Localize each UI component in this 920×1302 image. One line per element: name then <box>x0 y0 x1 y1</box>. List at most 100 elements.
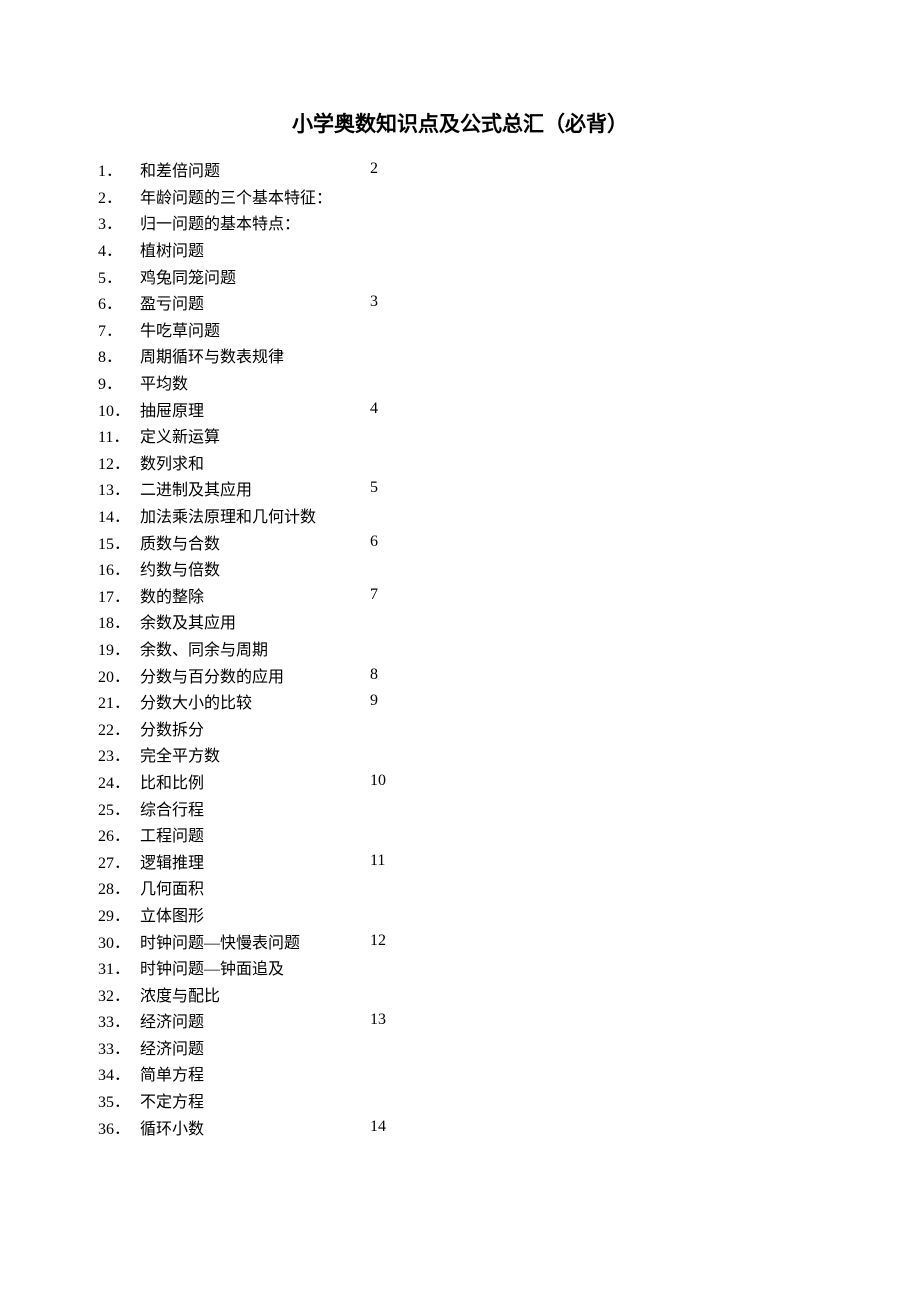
toc-item-label: 经济问题 <box>140 1008 370 1032</box>
toc-item-number: 15． <box>98 530 140 554</box>
toc-item-number: 28． <box>98 875 140 899</box>
toc-item-label: 分数拆分 <box>140 716 370 740</box>
toc-item-number: 9． <box>98 370 140 394</box>
toc-row: 17．数的整除7 <box>98 582 920 609</box>
toc-row: 1．和差倍问题2 <box>98 156 920 183</box>
toc-item-number: 7． <box>98 317 140 341</box>
toc-item-number: 26． <box>98 822 140 846</box>
toc-item-label: 循环小数 <box>140 1115 370 1139</box>
toc-row: 4．植树问题 <box>98 236 920 263</box>
toc-row: 24．比和比例10 <box>98 768 920 795</box>
toc-item-label: 加法乘法原理和几何计数 <box>140 503 370 527</box>
toc-row: 33．经济问题13 <box>98 1007 920 1034</box>
toc-item-page: 3 <box>370 293 400 311</box>
toc-item-number: 6． <box>98 290 140 314</box>
toc-item-page: 12 <box>370 932 400 950</box>
toc-item-number: 13． <box>98 476 140 500</box>
toc-item-page: 2 <box>370 160 400 178</box>
toc-item-label: 分数大小的比较 <box>140 689 370 713</box>
toc-item-label: 工程问题 <box>140 822 370 846</box>
toc-item-number: 12． <box>98 450 140 474</box>
toc-item-page: 7 <box>370 586 400 604</box>
toc-item-label: 不定方程 <box>140 1088 370 1112</box>
toc-item-number: 8． <box>98 343 140 367</box>
toc-item-label: 质数与合数 <box>140 530 370 554</box>
toc-item-label: 牛吃草问题 <box>140 317 370 341</box>
toc-item-number: 16． <box>98 556 140 580</box>
toc-item-label: 浓度与配比 <box>140 982 370 1006</box>
toc-item-number: 2． <box>98 184 140 208</box>
toc-item-label: 抽屉原理 <box>140 397 370 421</box>
toc-item-page: 8 <box>370 666 400 684</box>
toc-item-page: 10 <box>370 772 400 790</box>
toc-row: 8．周期循环与数表规律 <box>98 342 920 369</box>
toc-item-number: 36． <box>98 1115 140 1139</box>
toc-item-number: 35． <box>98 1088 140 1112</box>
toc-row: 30．时钟问题—快慢表问题12 <box>98 927 920 954</box>
toc-item-label: 比和比例 <box>140 769 370 793</box>
toc-row: 28．几何面积 <box>98 874 920 901</box>
toc-item-number: 17． <box>98 583 140 607</box>
toc-item-number: 24． <box>98 769 140 793</box>
toc-row: 31．时钟问题—钟面追及 <box>98 954 920 981</box>
toc-item-number: 3． <box>98 210 140 234</box>
toc-row: 15．质数与合数6 <box>98 528 920 555</box>
toc-item-label: 时钟问题—快慢表问题 <box>140 929 370 953</box>
toc-row: 36．循环小数14 <box>98 1113 920 1140</box>
document-page: 小学奥数知识点及公式总汇（必背） 1．和差倍问题22．年龄问题的三个基本特征：3… <box>0 0 920 1302</box>
toc-item-number: 14． <box>98 503 140 527</box>
toc-row: 26．工程问题 <box>98 821 920 848</box>
toc-item-page: 13 <box>370 1011 400 1029</box>
toc-row: 33．经济问题 <box>98 1034 920 1061</box>
toc-item-label: 约数与倍数 <box>140 556 370 580</box>
toc-item-label: 平均数 <box>140 370 370 394</box>
toc-item-number: 5． <box>98 264 140 288</box>
toc-row: 14．加法乘法原理和几何计数 <box>98 502 920 529</box>
table-of-contents: 1．和差倍问题22．年龄问题的三个基本特征：3．归一问题的基本特点：4．植树问题… <box>98 156 920 1140</box>
toc-item-label: 归一问题的基本特点： <box>140 210 370 234</box>
toc-item-number: 31． <box>98 955 140 979</box>
toc-item-number: 22． <box>98 716 140 740</box>
toc-item-page: 11 <box>370 852 400 870</box>
toc-item-number: 29． <box>98 902 140 926</box>
toc-item-label: 几何面积 <box>140 875 370 899</box>
toc-item-label: 逻辑推理 <box>140 849 370 873</box>
toc-item-page: 5 <box>370 479 400 497</box>
toc-row: 27．逻辑推理11 <box>98 847 920 874</box>
toc-row: 34．简单方程 <box>98 1060 920 1087</box>
toc-row: 12．数列求和 <box>98 449 920 476</box>
toc-row: 25．综合行程 <box>98 794 920 821</box>
toc-row: 9．平均数 <box>98 369 920 396</box>
toc-item-label: 和差倍问题 <box>140 157 370 181</box>
toc-item-number: 32． <box>98 982 140 1006</box>
toc-row: 32．浓度与配比 <box>98 980 920 1007</box>
toc-row: 20．分数与百分数的应用8 <box>98 661 920 688</box>
toc-item-label: 盈亏问题 <box>140 290 370 314</box>
toc-item-number: 25． <box>98 796 140 820</box>
toc-item-label: 鸡兔同笼问题 <box>140 264 370 288</box>
toc-item-number: 10． <box>98 397 140 421</box>
toc-item-number: 20． <box>98 663 140 687</box>
toc-row: 19．余数、同余与周期 <box>98 635 920 662</box>
toc-item-label: 植树问题 <box>140 237 370 261</box>
toc-item-number: 21． <box>98 689 140 713</box>
page-title: 小学奥数知识点及公式总汇（必背） <box>0 108 920 138</box>
toc-item-number: 34． <box>98 1061 140 1085</box>
toc-row: 22．分数拆分 <box>98 714 920 741</box>
toc-item-number: 23． <box>98 742 140 766</box>
toc-item-number: 1． <box>98 157 140 181</box>
toc-item-label: 时钟问题—钟面追及 <box>140 955 370 979</box>
toc-item-label: 定义新运算 <box>140 423 370 447</box>
toc-item-label: 分数与百分数的应用 <box>140 663 370 687</box>
toc-item-label: 完全平方数 <box>140 742 370 766</box>
toc-row: 16．约数与倍数 <box>98 555 920 582</box>
toc-item-number: 33． <box>98 1035 140 1059</box>
toc-row: 3．归一问题的基本特点： <box>98 209 920 236</box>
toc-item-label: 周期循环与数表规律 <box>140 343 370 367</box>
toc-item-label: 立体图形 <box>140 902 370 926</box>
toc-item-label: 综合行程 <box>140 796 370 820</box>
toc-item-label: 年龄问题的三个基本特征： <box>140 184 370 208</box>
toc-item-number: 18． <box>98 609 140 633</box>
toc-item-label: 经济问题 <box>140 1035 370 1059</box>
toc-item-page: 14 <box>370 1118 400 1136</box>
